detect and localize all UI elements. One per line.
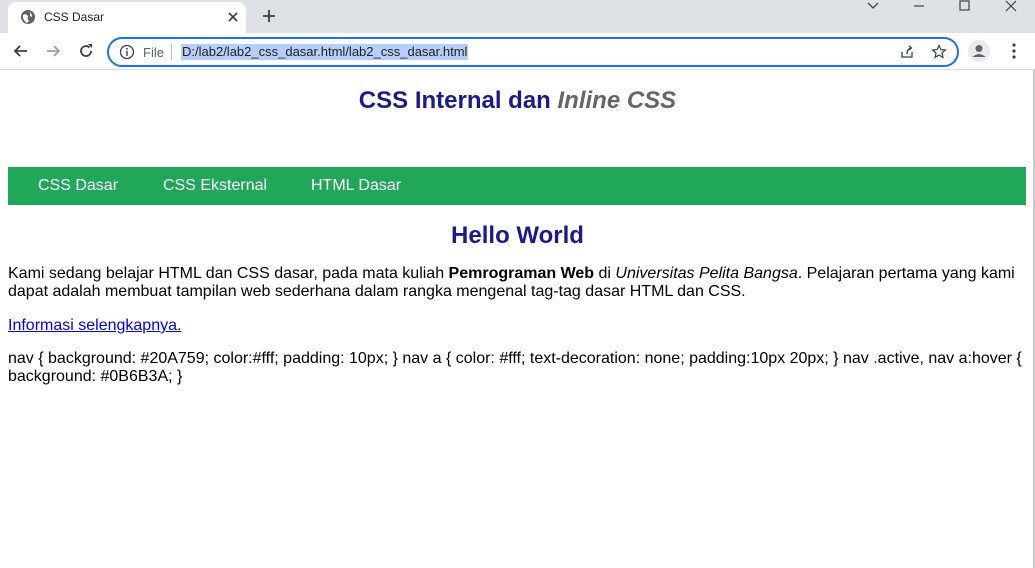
page-viewport: CSS Internal dan Inline CSS CSS Dasar CS… [0,70,1035,568]
paragraph-text-1: Kami sedang belajar HTML dan CSS dasar, … [8,265,449,282]
more-info-link[interactable]: Informasi selengkapnya. [8,317,181,335]
more-menu-icon[interactable] [1006,42,1022,60]
tab-strip: CSS Dasar [0,0,1035,33]
reload-icon[interactable] [76,41,96,61]
browser-tab[interactable]: CSS Dasar [8,2,246,33]
paragraph-italic: Universitas Pelita Bangsa [615,265,798,282]
close-icon[interactable] [988,0,1034,14]
title-main: CSS Internal dan [358,87,558,114]
star-icon[interactable] [931,44,947,60]
scheme-label: File [143,45,164,60]
maximize-icon[interactable] [942,0,988,14]
share-icon[interactable] [899,44,915,60]
profile-avatar[interactable] [968,40,990,62]
browser-toolbar: File D:/lab2/lab2_css_dasar.html/lab2_cs… [0,33,1035,70]
globe-icon [21,10,35,24]
new-tab-icon[interactable] [259,6,279,26]
nav-link-css-eksternal[interactable]: CSS Eksternal [163,177,267,195]
back-arrow-icon[interactable] [11,41,31,61]
address-bar[interactable]: File D:/lab2/lab2_css_dasar.html/lab2_cs… [107,37,959,67]
hello-heading: Hello World [451,222,584,249]
minimize-icon[interactable] [896,0,942,14]
close-tab-icon[interactable] [224,8,242,26]
forward-arrow-icon[interactable] [43,41,63,61]
profile-icon [972,45,986,57]
intro-paragraph: Kami sedang belajar HTML dan CSS dasar, … [8,265,1026,301]
page-title: CSS Internal dan Inline CSS [0,87,1035,115]
css-code-text: nav { background: #20A759; color:#fff; p… [8,350,1022,385]
tab-title: CSS Dasar [44,10,105,24]
paragraph-bold: Pemrograman Web [448,265,595,282]
site-nav: CSS Dasar CSS Eksternal HTML Dasar [8,167,1026,205]
url-text[interactable]: D:/lab2/lab2_css_dasar.html/lab2_css_das… [181,44,469,60]
chevron-down-icon[interactable] [850,0,896,14]
nav-link-html-dasar[interactable]: HTML Dasar [311,177,401,195]
info-icon[interactable] [119,44,135,60]
omnibox-divider [171,44,172,60]
title-inline-css: Inline CSS [557,87,677,114]
paragraph-text-2: di [594,265,616,282]
nav-link-css-dasar[interactable]: CSS Dasar [38,177,118,195]
